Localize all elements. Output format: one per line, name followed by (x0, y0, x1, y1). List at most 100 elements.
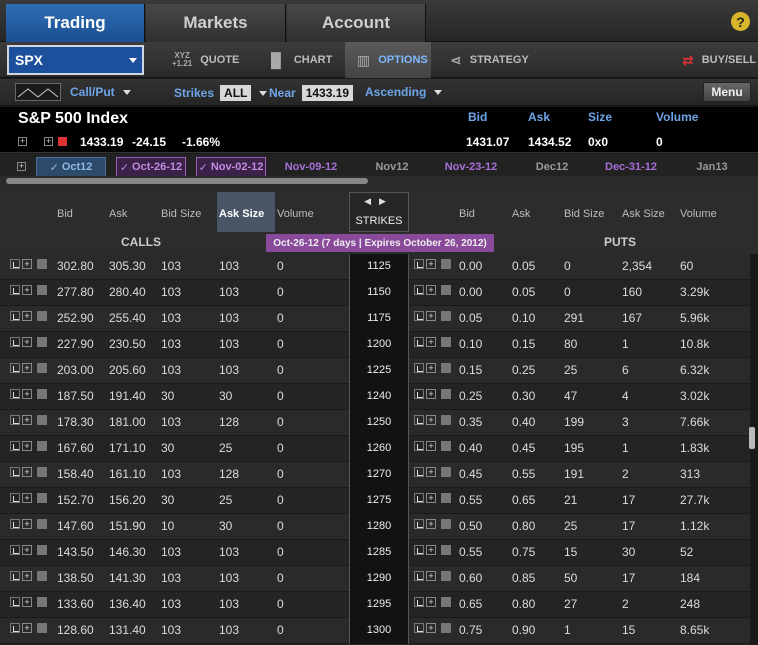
add-icon[interactable]: + (426, 259, 436, 269)
quote-button[interactable]: XYZ +1.21 QUOTE (160, 42, 251, 78)
chart-icon[interactable] (10, 311, 20, 321)
put-ask-cell[interactable]: 0.75 (512, 545, 535, 559)
select-checkbox[interactable] (441, 285, 451, 295)
put-bid-size-cell[interactable]: 0 (564, 285, 571, 299)
call-ask-size-cell[interactable]: 25 (219, 441, 232, 455)
call-volume-cell[interactable]: 0 (277, 337, 284, 351)
add-icon[interactable]: + (426, 285, 436, 295)
table-row[interactable]: +143.50 146.30 103 103 0 1285 +0.55 0.75 15 30 52 (0, 540, 750, 566)
select-checkbox[interactable] (37, 623, 47, 633)
expiration-tab[interactable]: Dec-31-12 (600, 157, 662, 177)
select-checkbox[interactable] (441, 493, 451, 503)
put-volume-cell[interactable]: 10.8k (680, 337, 709, 351)
chart-icon[interactable] (414, 467, 424, 477)
chart-icon[interactable] (10, 467, 20, 477)
put-ask-size-cell[interactable]: 17 (622, 493, 635, 507)
call-bid-size-cell[interactable]: 103 (161, 311, 181, 325)
put-bid-size-cell[interactable]: 50 (564, 571, 577, 585)
call-ask-size-cell[interactable]: 103 (219, 545, 239, 559)
vertical-scrollbar[interactable] (750, 254, 758, 645)
expiration-tab[interactable]: Nov-23-12 (440, 157, 502, 177)
put-bid-size-cell[interactable]: 291 (564, 311, 584, 325)
chart-icon[interactable] (414, 571, 424, 581)
add-icon[interactable]: + (426, 571, 436, 581)
select-checkbox[interactable] (441, 337, 451, 347)
call-bid-size-cell[interactable]: 103 (161, 337, 181, 351)
call-bid-size-cell[interactable]: 103 (161, 285, 181, 299)
call-ask-cell[interactable]: 205.60 (109, 363, 146, 377)
put-ask-size-cell[interactable]: 15 (622, 623, 635, 637)
select-checkbox[interactable] (441, 415, 451, 425)
call-ask-size-cell[interactable]: 103 (219, 285, 239, 299)
call-ask-size-header[interactable]: Ask Size (219, 208, 264, 220)
call-ask-cell[interactable]: 131.40 (109, 623, 146, 637)
chart-icon[interactable] (10, 623, 20, 633)
expiration-tab[interactable]: ✓ Oct-26-12 (116, 157, 186, 177)
put-ask-cell[interactable]: 0.05 (512, 259, 535, 273)
expiration-tab[interactable]: Jan13 (690, 157, 734, 177)
put-bid-cell[interactable]: 0.10 (459, 337, 482, 351)
chart-icon[interactable] (10, 493, 20, 503)
add-icon[interactable]: + (22, 597, 32, 607)
chart-icon[interactable] (10, 597, 20, 607)
sort-order-dropdown[interactable]: Ascending (365, 85, 443, 99)
select-checkbox[interactable] (441, 311, 451, 321)
put-ask-size-cell[interactable]: 3 (622, 415, 629, 429)
call-ask-cell[interactable]: 151.90 (109, 519, 146, 533)
put-volume-cell[interactable]: 1.83k (680, 441, 709, 455)
tab-markets[interactable]: Markets (146, 4, 286, 42)
put-ask-cell[interactable]: 0.80 (512, 519, 535, 533)
put-bid-cell[interactable]: 0.55 (459, 493, 482, 507)
put-volume-cell[interactable]: 6.32k (680, 363, 709, 377)
chart-icon[interactable] (414, 623, 424, 633)
add-icon[interactable]: + (22, 389, 32, 399)
put-bid-cell[interactable]: 0.60 (459, 571, 482, 585)
call-ask-cell[interactable]: 181.00 (109, 415, 146, 429)
select-checkbox[interactable] (37, 493, 47, 503)
put-bid-cell[interactable]: 0.15 (459, 363, 482, 377)
select-checkbox[interactable] (441, 259, 451, 269)
call-bid-cell[interactable]: 227.90 (57, 337, 94, 351)
table-row[interactable]: +147.60 151.90 10 30 0 1280 +0.50 0.80 25 17 1.12k (0, 514, 750, 540)
call-ask-cell[interactable]: 146.30 (109, 545, 146, 559)
chart-icon[interactable] (10, 519, 20, 529)
put-bid-size-cell[interactable]: 0 (564, 259, 571, 273)
call-volume-cell[interactable]: 0 (277, 259, 284, 273)
call-bid-size-cell[interactable]: 103 (161, 623, 181, 637)
call-ask-size-cell[interactable]: 103 (219, 311, 239, 325)
table-row[interactable]: +133.60 136.40 103 103 0 1295 +0.65 0.80 27 2 248 (0, 592, 750, 618)
table-row[interactable]: +138.50 141.30 103 103 0 1290 +0.60 0.85 50 17 184 (0, 566, 750, 592)
call-bid-cell[interactable]: 178.30 (57, 415, 94, 429)
call-ask-size-cell[interactable]: 103 (219, 597, 239, 611)
put-bid-size-cell[interactable]: 1 (564, 623, 571, 637)
call-volume-cell[interactable]: 0 (277, 467, 284, 481)
add-icon[interactable]: + (426, 519, 436, 529)
put-ask-size-cell[interactable]: 17 (622, 519, 635, 533)
put-volume-header[interactable]: Volume (680, 208, 717, 220)
select-checkbox[interactable] (37, 519, 47, 529)
call-ask-cell[interactable]: 156.20 (109, 493, 146, 507)
put-ask-size-cell[interactable]: 160 (622, 285, 642, 299)
select-checkbox[interactable] (37, 545, 47, 555)
call-ask-cell[interactable]: 141.30 (109, 571, 146, 585)
select-checkbox[interactable] (37, 571, 47, 581)
put-ask-cell[interactable]: 0.45 (512, 441, 535, 455)
put-volume-cell[interactable]: 60 (680, 259, 693, 273)
select-checkbox[interactable] (441, 623, 451, 633)
add-icon[interactable]: + (426, 493, 436, 503)
select-checkbox[interactable] (37, 311, 47, 321)
put-ask-size-cell[interactable]: 167 (622, 311, 642, 325)
call-ask-size-cell[interactable]: 103 (219, 571, 239, 585)
add-icon[interactable]: + (426, 389, 436, 399)
table-row[interactable]: +178.30 181.00 103 128 0 1250 +0.35 0.40 199 3 7.6… (0, 410, 750, 436)
call-ask-size-cell[interactable]: 128 (219, 467, 239, 481)
expiration-tab[interactable]: ✓ Nov-02-12 (196, 157, 266, 177)
call-ask-size-cell[interactable]: 25 (219, 493, 232, 507)
put-bid-size-cell[interactable]: 191 (564, 467, 584, 481)
strikes-header[interactable]: ◀▶ STRIKES (349, 192, 409, 232)
put-volume-cell[interactable]: 5.96k (680, 311, 709, 325)
put-ask-size-cell[interactable]: 2,354 (622, 259, 652, 273)
call-bid-header[interactable]: Bid (57, 208, 73, 220)
chart-icon[interactable] (10, 389, 20, 399)
add-icon[interactable]: + (22, 519, 32, 529)
